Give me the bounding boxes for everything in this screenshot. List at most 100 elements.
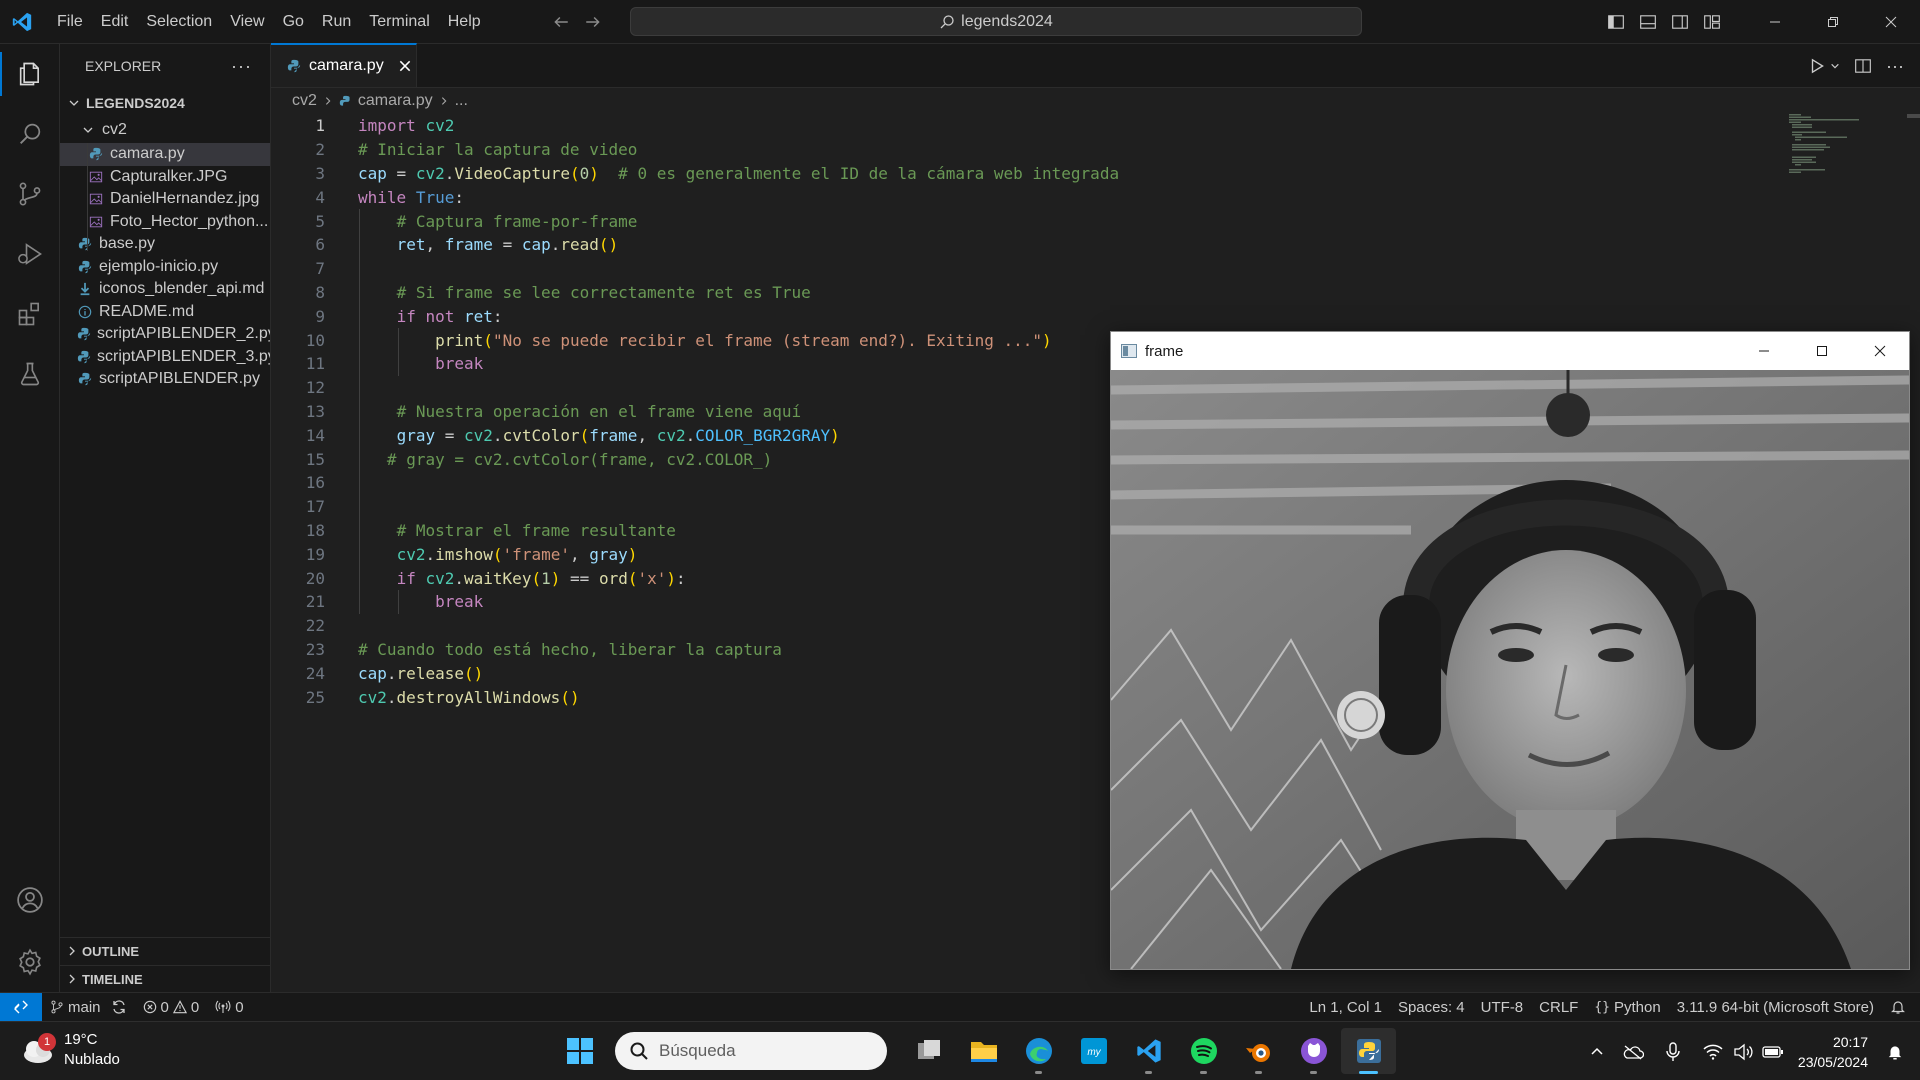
run-and-debug-icon[interactable]: [0, 224, 60, 284]
toggle-secondary-sidebar-icon[interactable]: [1664, 0, 1696, 44]
minimize-icon[interactable]: [1735, 332, 1793, 370]
vscode-icon[interactable]: [1121, 1028, 1176, 1074]
tree-item-file[interactable]: scriptAPIBLENDER.py: [60, 368, 270, 391]
menu-terminal[interactable]: Terminal: [360, 7, 438, 37]
clock[interactable]: 20:17 23/05/2024: [1798, 1032, 1868, 1072]
code-line[interactable]: 6 ret, frame = cap.read(): [271, 233, 618, 257]
file-explorer-icon[interactable]: [956, 1028, 1011, 1074]
menu-edit[interactable]: Edit: [92, 7, 138, 37]
command-center-search[interactable]: legends2024: [630, 7, 1362, 36]
branch-status[interactable]: main: [42, 993, 135, 1021]
battery-icon[interactable]: [1758, 1022, 1788, 1080]
microphone-icon[interactable]: [1658, 1022, 1688, 1080]
python-interpreter[interactable]: 3.11.9 64-bit (Microsoft Store): [1669, 993, 1882, 1021]
blender-icon[interactable]: [1231, 1028, 1286, 1074]
start-icon[interactable]: [552, 1028, 607, 1074]
code-line[interactable]: 25 cv2.destroyAllWindows(): [271, 685, 580, 709]
cursor-position[interactable]: Ln 1, Col 1: [1301, 993, 1390, 1021]
problems-status[interactable]: 0 0: [135, 993, 208, 1021]
scrollbar-thumb[interactable]: [1907, 114, 1920, 118]
code-line[interactable]: 11 break: [271, 352, 484, 376]
code-line[interactable]: 23 # Cuando todo está hecho, liberar la c…: [271, 638, 782, 662]
menu-help[interactable]: Help: [439, 7, 490, 37]
tree-item-file[interactable]: Capturalker.JPG: [60, 166, 270, 189]
manage-gear-icon[interactable]: [0, 932, 60, 992]
customize-layout-icon[interactable]: [1696, 0, 1728, 44]
spotify-icon[interactable]: [1176, 1028, 1231, 1074]
tree-item-file[interactable]: ejemplo-inicio.py: [60, 256, 270, 279]
code-line[interactable]: 16: [271, 471, 325, 495]
sync-icon[interactable]: [111, 999, 127, 1015]
explorer-icon[interactable]: [0, 44, 60, 104]
code-line[interactable]: 20 if cv2.waitKey(1) == ord('x'):: [271, 566, 686, 590]
minimap[interactable]: [1789, 114, 1879, 174]
code-line[interactable]: 19 cv2.imshow('frame', gray): [271, 542, 638, 566]
wifi-icon[interactable]: [1698, 1022, 1728, 1080]
code-line[interactable]: 12: [271, 376, 325, 400]
minimize-icon[interactable]: [1746, 0, 1804, 44]
code-line[interactable]: 2 # Iniciar la captura de video: [271, 138, 637, 162]
extensions-icon[interactable]: [0, 284, 60, 344]
remote-indicator-icon[interactable]: [0, 993, 42, 1021]
search-icon[interactable]: [0, 104, 60, 164]
code-line[interactable]: 18 # Mostrar el frame resultante: [271, 519, 676, 543]
code-line[interactable]: 13 # Nuestra operación en el frame viene…: [271, 400, 801, 424]
code-line[interactable]: 4 while True:: [271, 185, 464, 209]
language-mode[interactable]: {} Python: [1586, 993, 1668, 1021]
restore-icon[interactable]: [1804, 0, 1862, 44]
tree-item-file[interactable]: README.md: [60, 301, 270, 324]
close-tab-icon[interactable]: [398, 59, 412, 73]
tree-item-file[interactable]: camara.py: [60, 143, 270, 166]
menu-go[interactable]: Go: [274, 7, 313, 37]
taskbar-search-box[interactable]: Búsqueda: [615, 1032, 887, 1070]
forward-arrow-icon[interactable]: [584, 13, 602, 31]
tree-item-file[interactable]: scriptAPIBLENDER_3.py: [60, 346, 270, 369]
breadcrumb-file[interactable]: camara.py: [358, 92, 433, 110]
more-actions-icon[interactable]: ···: [1886, 56, 1904, 77]
maximize-icon[interactable]: [1793, 332, 1851, 370]
breadcrumb-symbol[interactable]: ...: [455, 92, 468, 110]
code-line[interactable]: 21 break: [271, 590, 484, 614]
code-line[interactable]: 5 # Captura frame-por-frame: [271, 209, 637, 233]
source-control-icon[interactable]: [0, 164, 60, 224]
github-desktop-icon[interactable]: [1286, 1028, 1341, 1074]
menu-run[interactable]: Run: [313, 7, 360, 37]
onedrive-icon[interactable]: [1618, 1022, 1648, 1080]
chevron-up-icon[interactable]: [1582, 1022, 1612, 1080]
code-line[interactable]: 1 import cv2: [271, 114, 454, 138]
code-line[interactable]: 24 cap.release(): [271, 661, 484, 685]
encoding[interactable]: UTF-8: [1473, 993, 1532, 1021]
edge-icon[interactable]: [1011, 1028, 1066, 1074]
notifications-bell-icon[interactable]: [1882, 993, 1920, 1021]
folder-cv2[interactable]: cv2: [60, 116, 270, 143]
tree-item-file[interactable]: Foto_Hector_python...: [60, 211, 270, 234]
code-line[interactable]: 15 # gray = cv2.cvtColor(frame, cv2.COLO…: [271, 447, 773, 471]
myhp-icon[interactable]: my: [1066, 1028, 1121, 1074]
frame-window[interactable]: frame: [1110, 331, 1910, 970]
code-line[interactable]: 10 print("No se puede recibir el frame (…: [271, 328, 1052, 352]
menu-file[interactable]: File: [48, 7, 92, 37]
outline-section[interactable]: OUTLINE: [60, 937, 270, 964]
menu-view[interactable]: View: [221, 7, 273, 37]
testing-icon[interactable]: [0, 344, 60, 404]
code-line[interactable]: 7: [271, 257, 325, 281]
run-python-file-icon[interactable]: [1808, 57, 1840, 75]
task-view-icon[interactable]: [901, 1028, 956, 1074]
tree-item-file[interactable]: base.py: [60, 233, 270, 256]
tab-camara-py[interactable]: camara.py: [271, 43, 417, 87]
code-line[interactable]: 3 cap = cv2.VideoCapture(0) # 0 es genera…: [271, 162, 1119, 186]
code-line[interactable]: 22: [271, 614, 325, 638]
end-of-line[interactable]: CRLF: [1531, 993, 1586, 1021]
breadcrumb-folder[interactable]: cv2: [292, 92, 317, 110]
close-icon[interactable]: [1851, 332, 1909, 370]
accounts-icon[interactable]: [0, 870, 60, 930]
code-line[interactable]: 14 gray = cv2.cvtColor(frame, cv2.COLOR_…: [271, 423, 840, 447]
menu-selection[interactable]: Selection: [137, 7, 221, 37]
tree-item-file[interactable]: iconos_blender_api.md: [60, 278, 270, 301]
notification-bell-icon[interactable]: [1880, 1022, 1910, 1080]
volume-icon[interactable]: [1728, 1022, 1758, 1080]
python-icon[interactable]: [1341, 1028, 1396, 1074]
toggle-primary-sidebar-icon[interactable]: [1600, 0, 1632, 44]
code-line[interactable]: 8 # Si frame se lee correctamente ret es…: [271, 281, 810, 305]
code-line[interactable]: 17: [271, 495, 325, 519]
